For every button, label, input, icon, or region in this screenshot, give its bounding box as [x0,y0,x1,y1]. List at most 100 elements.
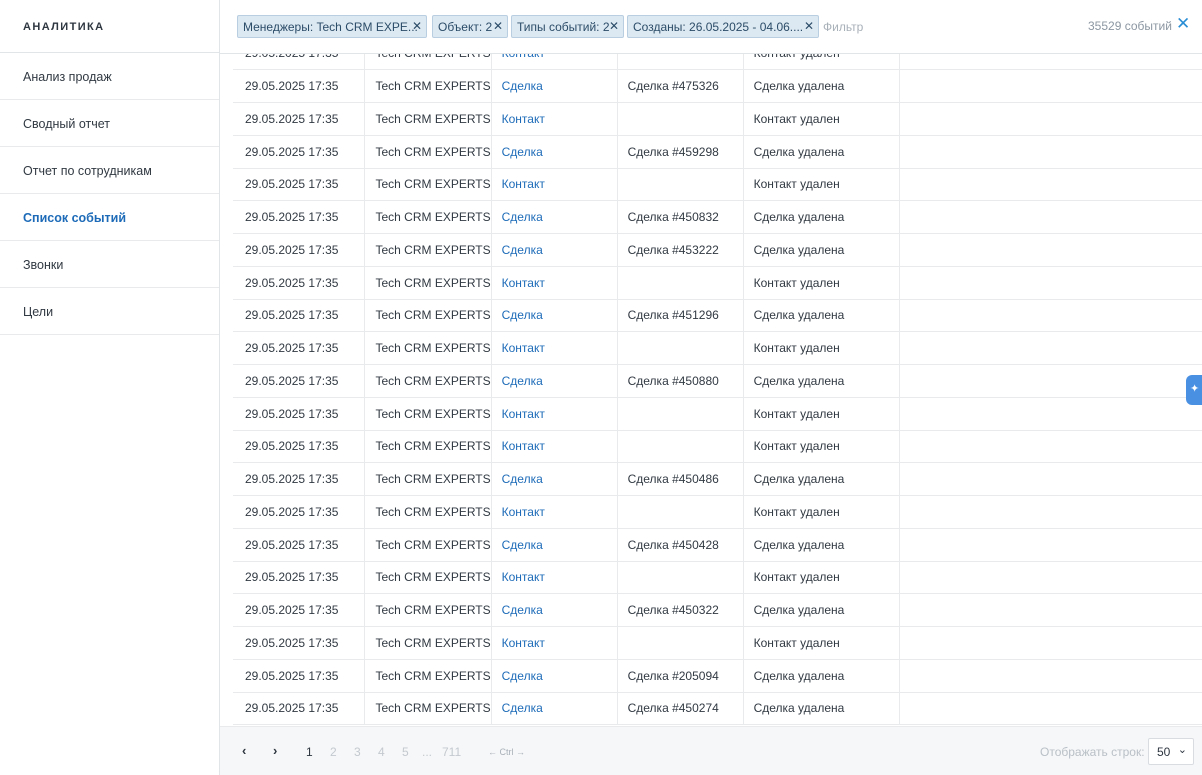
clear-filters-icon[interactable]: ✕ [1176,14,1190,34]
close-icon[interactable]: ✕ [493,19,503,33]
cell-object-link[interactable]: Сделка [491,299,618,333]
rows-per-page-value: 50 [1157,745,1171,759]
cell-object-link[interactable]: Сделка [491,233,618,267]
cell-object-link[interactable]: Контакт [491,561,618,595]
cell-object-link[interactable]: Сделка [491,200,618,234]
page-number[interactable]: 5 [402,745,409,759]
cell-date: 29.05.2025 17:35 [233,200,366,234]
cell-event: Сделка удалена [743,299,900,333]
filter-chip-created[interactable]: Созданы: 26.05.2025 - 04.06.... ✕ [627,15,819,38]
cell-empty [899,233,1202,267]
cell-entity: Сделка #450322 [617,593,744,627]
cell-object-link[interactable]: Сделка [491,135,618,169]
cell-event: Контакт удален [743,495,900,529]
close-icon[interactable]: ✕ [412,19,422,33]
table-row: 29.05.2025 17:35 Tech CRM EXPERTS Сделка Сд… [233,692,1202,726]
cell-date: 29.05.2025 17:35 [233,102,366,136]
sidebar-item-events-list[interactable]: Список событий [0,194,219,241]
cell-date: 29.05.2025 17:35 [233,233,366,267]
cell-date: 29.05.2025 17:35 [233,331,366,365]
filter-chip-label: Менеджеры: Tech CRM EXPE... [243,20,418,34]
cell-object-link[interactable]: Сделка [491,462,618,496]
cell-object-link[interactable]: Контакт [491,430,618,464]
cell-object-link[interactable]: Сделка [491,69,618,103]
sidebar-item-goals[interactable]: Цели [0,288,219,335]
sidebar-item-sales-analysis[interactable]: Анализ продаж [0,53,219,100]
cell-entity: Сделка #459298 [617,135,744,169]
cell-object-link[interactable]: Сделка [491,528,618,562]
cell-event: Сделка удалена [743,69,900,103]
cell-object-link[interactable]: Контакт [491,54,618,71]
table-row: 29.05.2025 17:35Tech CRM EXPERTSКонтакт К… [233,397,1202,431]
cell-event: Сделка удалена [743,135,900,169]
sidebar-item-calls[interactable]: Звонки [0,241,219,288]
cell-user: Tech CRM EXPERTS [364,54,492,71]
filter-chip-label: Объект: 2 [438,20,493,34]
cell-event: Контакт удален [743,266,900,300]
cell-entity [617,102,744,136]
table-row: 29.05.2025 17:35 Tech CRM EXPERTS Сделка Сд… [233,200,1202,234]
page-number-last[interactable]: 711 [442,745,461,759]
chevron-left-icon[interactable]: ‹ [242,743,246,758]
cell-object-link[interactable]: Контакт [491,266,618,300]
filter-chip-managers[interactable]: Менеджеры: Tech CRM EXPE... ✕ [237,15,427,38]
table-row: 29.05.2025 17:35 Tech CRM EXPERTS Сделка Сд… [233,69,1202,103]
cell-object-link[interactable]: Контакт [491,331,618,365]
rows-per-page-select[interactable]: 50 ⌄ [1148,738,1194,765]
table-row: 29.05.2025 17:35 Tech CRM EXPERTS Сделка Сд… [233,593,1202,627]
filter-bar: Менеджеры: Tech CRM EXPE... ✕ Объект: 2 … [220,0,1202,54]
cell-empty [899,397,1202,431]
close-icon[interactable]: ✕ [804,19,814,33]
cell-date: 29.05.2025 17:35 [233,561,366,595]
close-icon[interactable]: ✕ [609,19,619,33]
filter-chip-label: Типы событий: 2 [517,20,610,34]
page-number[interactable]: 4 [378,745,385,759]
cell-user: Tech CRM EXPERTS [364,561,492,595]
cell-empty [899,135,1202,169]
page-number[interactable]: 3 [354,745,361,759]
cell-empty [899,495,1202,529]
cell-entity [617,168,744,202]
cell-object-link[interactable]: Контакт [491,168,618,202]
cell-event: Сделка удалена [743,200,900,234]
table-row: 29.05.2025 17:35 Tech CRM EXPERTS Сделка Сд… [233,364,1202,398]
filter-chip-event-types[interactable]: Типы событий: 2 ✕ [511,15,624,38]
cell-object-link[interactable]: Сделка [491,593,618,627]
table-row: 29.05.2025 17:35Tech CRM EXPERTSКонтакт К… [233,495,1202,529]
cell-empty [899,692,1202,726]
cell-date: 29.05.2025 17:35 [233,659,366,693]
events-table-grid: 29.05.2025 17:35Tech CRM EXPERTSКонтактК… [233,54,1202,726]
table-row: 29.05.2025 17:35Tech CRM EXPERTSКонтакт К… [233,430,1202,464]
cell-date: 29.05.2025 17:35 [233,397,366,431]
cell-event: Сделка удалена [743,659,900,693]
cell-object-link[interactable]: Сделка [491,692,618,726]
cell-user: Tech CRM EXPERTS [364,299,492,333]
cell-user: Tech CRM EXPERTS [364,135,492,169]
cell-object-link[interactable]: Контакт [491,495,618,529]
cell-object-link[interactable]: Контакт [491,102,618,136]
cell-object-link[interactable]: Сделка [491,364,618,398]
cell-empty [899,331,1202,365]
cell-object-link[interactable]: Контакт [491,397,618,431]
cell-user: Tech CRM EXPERTS [364,102,492,136]
page-number[interactable]: 1 [306,745,313,759]
cell-event: Контакт удален [743,397,900,431]
cell-event: Сделка удалена [743,593,900,627]
cell-object-link[interactable]: Контакт [491,626,618,660]
cell-user: Tech CRM EXPERTS [364,397,492,431]
page-number[interactable]: 2 [330,745,337,759]
cell-entity [617,626,744,660]
chevron-down-icon: ⌄ [1177,744,1187,756]
sidebar-item-employee-report[interactable]: Отчет по сотрудникам [0,147,219,194]
sidebar-item-summary-report[interactable]: Сводный отчет [0,100,219,147]
cell-user: Tech CRM EXPERTS [364,593,492,627]
cell-date: 29.05.2025 17:35 [233,266,366,300]
cell-object-link[interactable]: Сделка [491,659,618,693]
filter-input[interactable] [823,17,1023,37]
cell-empty [899,200,1202,234]
filter-chip-object[interactable]: Объект: 2 ✕ [432,15,508,38]
assistant-button[interactable]: ✦ [1186,375,1202,405]
table-row: 29.05.2025 17:35 Tech CRM EXPERTS Сделка Сд… [233,462,1202,496]
chevron-right-icon[interactable]: › [273,743,277,758]
cell-date: 29.05.2025 17:35 [233,495,366,529]
